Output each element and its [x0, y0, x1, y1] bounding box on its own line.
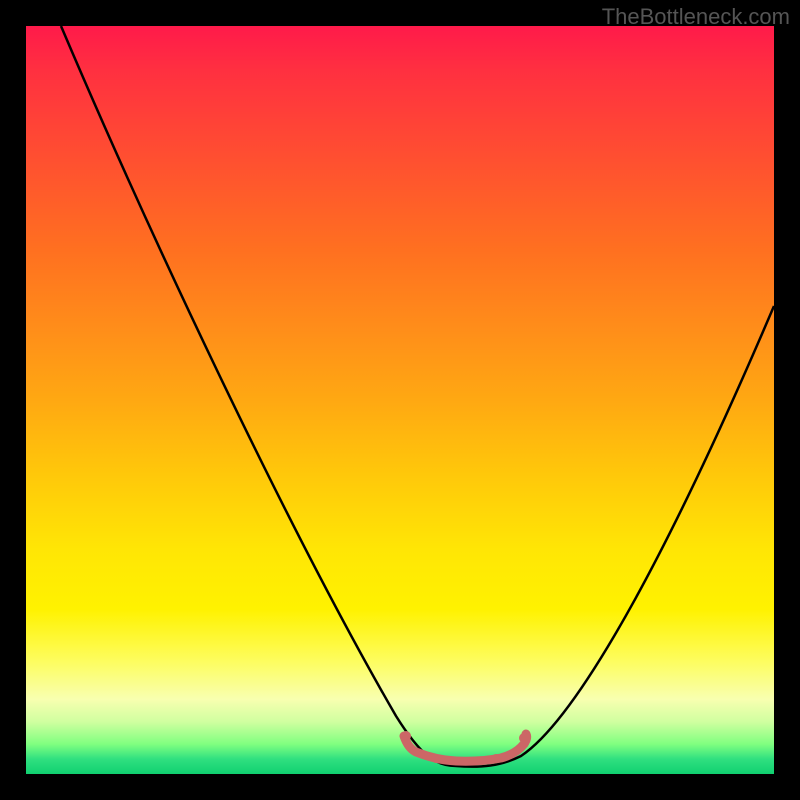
watermark-text: TheBottleneck.com [602, 4, 790, 30]
chart-svg [26, 26, 774, 774]
bottleneck-curve-line [61, 26, 774, 767]
marker-dot [401, 731, 411, 741]
marker-dot [492, 754, 500, 762]
marker-dot [472, 757, 480, 765]
optimal-zone-marker [404, 734, 527, 761]
marker-dot [452, 757, 460, 765]
chart-plot-area [26, 26, 774, 774]
marker-dot [432, 755, 440, 763]
marker-dot [519, 733, 529, 743]
